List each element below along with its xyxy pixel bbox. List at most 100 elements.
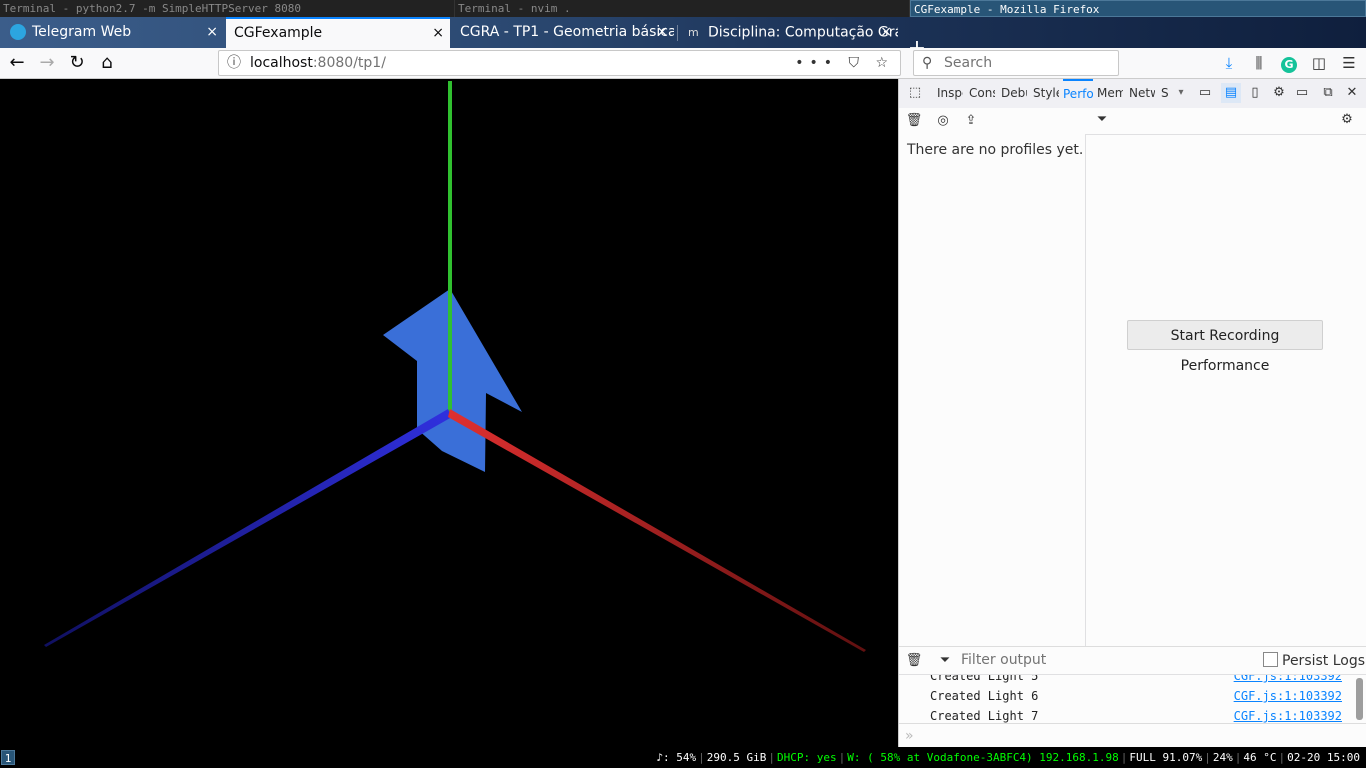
log-message: Created Light 5 (930, 675, 1039, 683)
clock-status: 02-20 15:00 (1287, 751, 1360, 764)
start-recording-button[interactable]: Start Recording Performance (1127, 320, 1323, 374)
settings-gear-icon[interactable]: ⚙ (1337, 110, 1357, 130)
search-icon: ⚲ (922, 55, 933, 71)
window-title-server-terminal[interactable]: Terminal - python2.7 -m SimpleHTTPServer… (0, 0, 455, 17)
x-axis (448, 409, 866, 652)
prompt-chevron-icon: » (905, 728, 914, 744)
library-icon[interactable]: ⫼ (1247, 51, 1271, 75)
window-title-nvim-terminal[interactable]: Terminal - nvim . (455, 0, 910, 17)
wifi-status: W: ( 58% at Vodafone-3ABFC4) 192.168.1.9… (847, 751, 1119, 764)
url-bar[interactable]: ⓘ localhost:8080/tp1/ ••• ⛉ ☆ (218, 50, 901, 76)
webgl-canvas[interactable] (2, 79, 898, 747)
status-items: ♪: 54% | 290.5 GiB | DHCP: yes | W: ( 58% at V… (656, 751, 1360, 764)
search-input[interactable]: ⚲ Search (913, 50, 1119, 76)
frame-picker-icon[interactable]: ▭ (1195, 83, 1215, 103)
close-tab-icon[interactable]: × (880, 17, 892, 48)
home-icon[interactable]: ⌂ (94, 51, 120, 75)
tab-console[interactable]: Console (969, 79, 995, 107)
gear-icon[interactable]: ⚙ (1269, 83, 1289, 103)
forward-icon[interactable]: → (34, 51, 60, 75)
moodle-icon: m (688, 26, 699, 39)
split-console-icon[interactable]: ▤ (1221, 83, 1241, 103)
log-source-link[interactable]: CGF.js:1:103392 (1234, 675, 1342, 686)
cpu-status: 24% (1212, 751, 1233, 764)
split-console-toolbar: 🗑 ⏷ Filter output Persist Logs (899, 646, 1366, 675)
console-scrollbar[interactable] (1356, 678, 1363, 720)
tab-cgra-tp1[interactable]: CGRA - TP1 - Geometria básica × (452, 17, 674, 48)
log-row: Created Light 6 CGF.js:1:103392 (899, 686, 1355, 706)
record-icon[interactable]: ◎ (933, 111, 953, 131)
checkbox-icon[interactable] (1263, 652, 1278, 667)
persist-logs-checkbox[interactable]: Persist Logs (1263, 652, 1365, 669)
trash-icon[interactable]: 🗑 (904, 111, 924, 131)
navigation-toolbar: ← → ↻ ⌂ ⓘ localhost:8080/tp1/ ••• ⛉ ☆ ⚲ … (0, 48, 1366, 79)
telegram-icon (10, 24, 26, 40)
url-host: localhost (250, 55, 313, 71)
volume-status: ♪: 54% (656, 751, 697, 764)
clear-console-icon[interactable]: 🗑 (904, 651, 924, 671)
log-source-link[interactable]: CGF.js:1:103392 (1234, 686, 1342, 706)
filter-icon[interactable]: ⏷ (935, 651, 955, 671)
page-actions-icon[interactable]: ••• ⛉ ☆ (795, 51, 894, 75)
close-tab-icon[interactable]: × (432, 19, 444, 48)
temperature-status: 46 °C (1243, 751, 1277, 764)
site-info-icon[interactable]: ⓘ (227, 51, 241, 75)
scene-render (44, 81, 866, 652)
tab-style-editor[interactable]: Style Editor (1033, 79, 1059, 107)
log-message: Created Light 6 (930, 689, 1039, 703)
window-manager-title-bar: Terminal - python2.7 -m SimpleHTTPServer… (0, 0, 1366, 17)
download-icon[interactable]: ⤓ (1217, 51, 1241, 75)
devtools-tab-bar: ⬚ Inspector Console Debugger Style Edito… (899, 79, 1366, 109)
filter-output-input[interactable]: Filter output (961, 652, 1046, 668)
window-title-firefox[interactable]: CGFexample - Mozilla Firefox (910, 0, 1366, 17)
close-tab-icon[interactable]: × (206, 17, 218, 48)
disk-status: 290.5 GiB (706, 751, 767, 764)
tab-telegram-web[interactable]: Telegram Web × (2, 17, 224, 48)
z-axis (44, 409, 452, 647)
dock-bottom-icon[interactable]: ▭ (1292, 83, 1312, 103)
responsive-design-icon[interactable]: ▯ (1245, 83, 1265, 103)
empty-profiles-message: There are no profiles yet. (907, 142, 1084, 158)
workspace-button[interactable]: 1 (1, 750, 15, 765)
search-placeholder: Search (944, 55, 993, 71)
dhcp-status: DHCP: yes (777, 751, 837, 764)
element-picker-icon[interactable]: ⬚ (905, 83, 925, 103)
recordings-list: There are no profiles yet. (899, 134, 1086, 646)
tab-cgfexample[interactable]: CGFexample × (226, 17, 450, 48)
console-input[interactable]: » (899, 723, 1366, 747)
reload-icon[interactable]: ↻ (64, 51, 90, 75)
tab-memory[interactable]: Memory (1097, 79, 1123, 107)
log-source-link[interactable]: CGF.js:1:103392 (1234, 706, 1342, 723)
close-devtools-icon[interactable]: ✕ (1342, 83, 1362, 103)
import-icon[interactable]: ⇪ (961, 111, 981, 131)
sidebar-icon[interactable]: ◫ (1307, 51, 1331, 75)
performance-toolbar: 🗑 ◎ ⇪ ⏷ ⚙ (899, 108, 1366, 135)
grammarly-icon[interactable]: G (1277, 51, 1301, 75)
close-tab-icon[interactable]: × (656, 17, 668, 48)
tab-label: Telegram Web (32, 24, 132, 40)
tab-label: CGRA - TP1 - Geometria básica (460, 24, 674, 40)
more-tabs-chevron-icon[interactable]: ▾ (1171, 83, 1191, 103)
tab-inspector[interactable]: Inspector (937, 79, 963, 107)
log-message: Created Light 7 (930, 709, 1039, 723)
battery-status: FULL 91.07% (1129, 751, 1203, 764)
tab-disciplina[interactable]: m Disciplina: Computação Gráfica × (680, 17, 898, 48)
log-row: Created Light 7 CGF.js:1:103392 (899, 706, 1355, 723)
devtools-panel: ⬚ Inspector Console Debugger Style Edito… (898, 79, 1366, 747)
filter-icon[interactable]: ⏷ (1092, 110, 1112, 130)
menu-icon[interactable]: ☰ (1337, 51, 1361, 75)
browser-tab-strip: Telegram Web × CGFexample × CGRA - TP1 -… (0, 17, 1366, 61)
tab-label: CGFexample (234, 25, 323, 41)
console-output: Created Light 5 CGF.js:1:103392 Created … (899, 675, 1355, 723)
tab-separator (677, 25, 678, 41)
log-row: Created Light 5 CGF.js:1:103392 (899, 675, 1355, 686)
back-icon[interactable]: ← (4, 51, 30, 75)
tab-storage[interactable]: Storage (1161, 79, 1169, 107)
tab-label: Disciplina: Computação Gráfica (708, 24, 898, 41)
tab-performance[interactable]: Performance (1063, 79, 1093, 109)
tab-debugger[interactable]: Debugger (1001, 79, 1027, 107)
i3-status-bar: 1 ♪: 54% | 290.5 GiB | DHCP: yes | W: ( 58% at… (0, 747, 1366, 768)
undock-icon[interactable]: ⧉ (1318, 83, 1338, 103)
url-path: :8080/tp1/ (312, 55, 386, 71)
tab-network[interactable]: Network (1129, 79, 1155, 107)
